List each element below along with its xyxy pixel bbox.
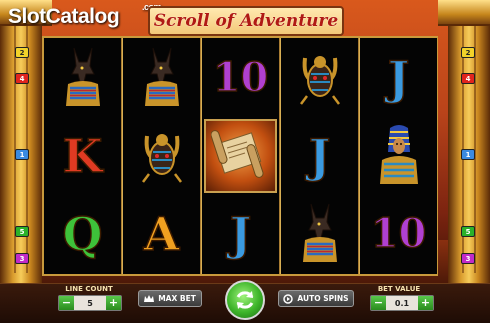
payline-indicator-right[interactable]: 4 [461,73,475,84]
reel-symbol-a: A [123,195,200,273]
reel-symbol-q: Q [44,195,121,273]
spin-button[interactable] [225,280,265,320]
reel-symbol-j: J [360,39,437,117]
symbol-label: J [308,129,331,183]
payline-indicator-right[interactable]: 3 [461,253,475,264]
scroll-icon [209,126,271,186]
payline-indicator-left[interactable]: 4 [15,73,29,84]
reel-symbol-anubis [123,39,200,117]
bet-value-decrease-button[interactable]: − [371,296,386,310]
reel-symbol-k: K [44,117,121,195]
reel-1: KQ [44,38,121,274]
crown-icon [144,294,155,302]
payline-indicator-right[interactable]: 5 [461,226,475,237]
anubis-icon [60,44,106,112]
reel-symbol-10: 10 [360,195,437,273]
line-count-stepper: − 5 + [58,295,122,311]
scarab-icon [139,124,185,188]
refresh-icon [236,291,254,309]
left-pillar [0,0,42,283]
reel-symbol-scarab [123,117,200,195]
autoplay-icon [283,293,294,304]
symbol-label: J [387,51,410,105]
auto-spins-button[interactable]: AUTO SPINS [278,290,354,307]
payline-indicator-left[interactable]: 3 [15,253,29,264]
bet-value-label: BET VALUE [377,285,421,293]
line-count-value: 5 [87,298,93,308]
reel-symbol-j: J [281,117,358,195]
game-title: Scroll of Adventure [148,6,344,36]
symbol-label: K [62,129,103,183]
symbol-label: 10 [370,210,427,257]
reel-5: J 10 [360,38,437,274]
reel-area: KQ A 10 J J J 10 [42,36,438,276]
payline-indicator-right[interactable]: 1 [461,149,475,160]
reel-symbol-anubis [281,195,358,273]
reel-symbol-pharaoh [360,117,437,195]
payline-indicator-right[interactable]: 2 [461,47,475,58]
reel-symbol-j: J [202,195,279,273]
reel-symbol-10: 10 [202,39,279,117]
symbol-label: Q [62,207,104,261]
auto-spins-label: AUTO SPINS [297,294,349,303]
symbol-label: J [229,207,252,261]
payline-indicator-left[interactable]: 5 [15,226,29,237]
max-bet-button[interactable]: MAX BET [138,290,202,307]
bet-value-increase-button[interactable]: + [418,296,433,310]
symbol-label: A [143,207,180,261]
reel-symbol-scarab [281,39,358,117]
anubis-icon [139,44,185,112]
right-pillar [448,0,490,283]
line-count-decrease-button[interactable]: − [59,296,74,310]
max-bet-label: MAX BET [158,294,196,303]
right-pillar-cap [438,0,490,26]
reel-symbol-anubis [44,39,121,117]
reel-4: J [281,38,358,274]
anubis-icon [297,200,343,268]
payline-indicator-left[interactable]: 1 [15,149,29,160]
symbol-label: 10 [212,54,269,101]
scarab-icon [297,46,343,110]
line-count-increase-button[interactable]: + [106,296,121,310]
reel-3: 10 J [202,38,279,274]
reel-symbol-scroll [202,117,279,195]
slotcatalog-logo: SlotCatalog .com [8,2,162,28]
pharaoh-icon [376,122,422,190]
reel-2: A [123,38,200,274]
payline-indicator-left[interactable]: 2 [15,47,29,58]
bet-value-stepper: − 0.1 + [370,295,434,311]
bet-value: 0.1 [394,298,410,308]
line-count-label: LINE COUNT [65,285,113,293]
